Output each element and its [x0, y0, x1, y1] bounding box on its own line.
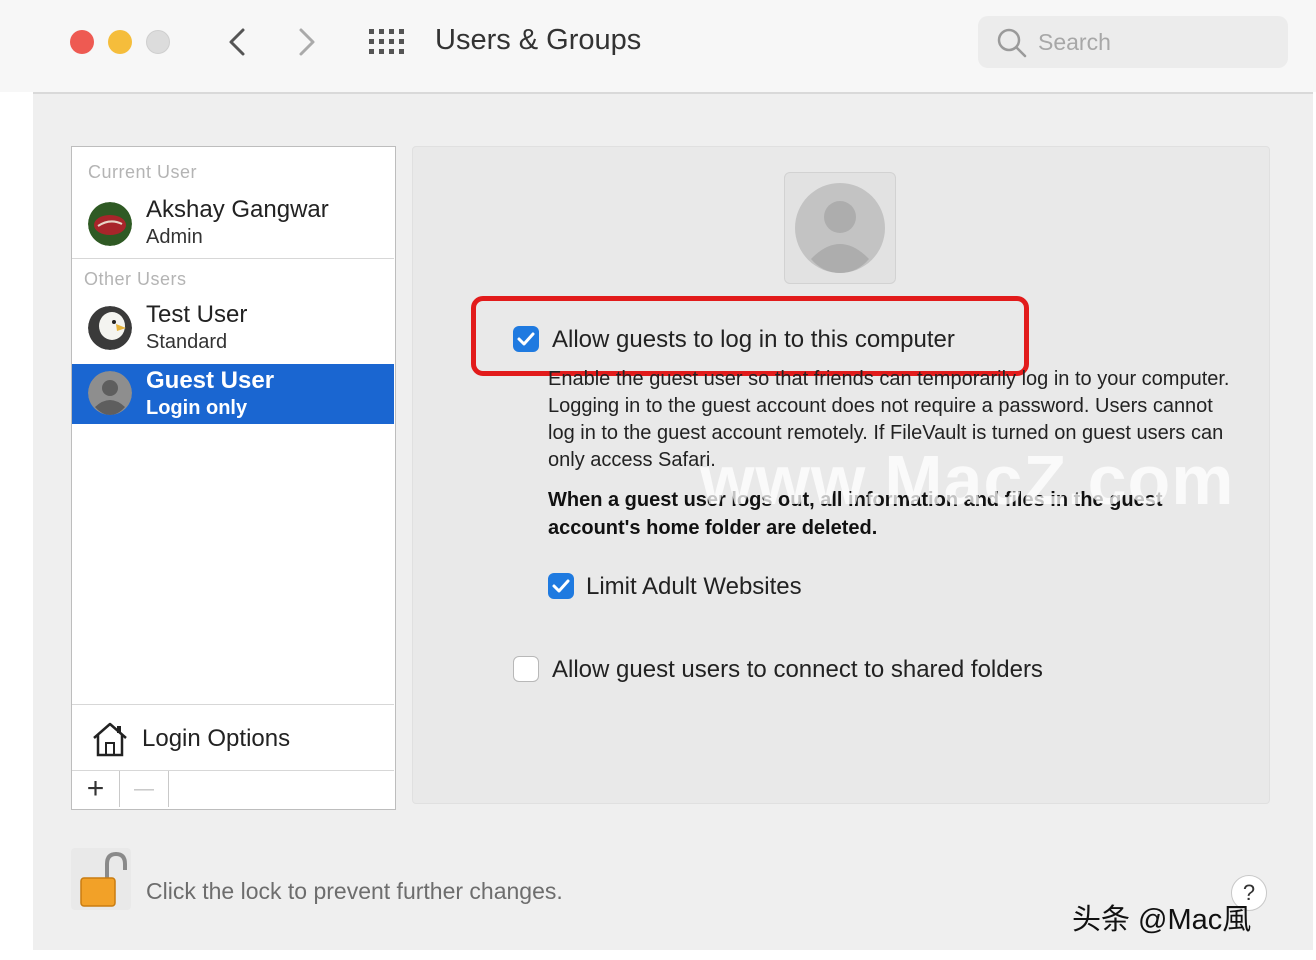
add-user-button[interactable]: +	[72, 771, 120, 807]
current-user-name[interactable]: Akshay Gangwar	[146, 196, 329, 224]
shared-folders-label[interactable]: Allow guest users to connect to shared f…	[552, 656, 1043, 684]
remove-user-button[interactable]: —	[120, 771, 169, 807]
zoom-window-button[interactable]	[146, 30, 170, 54]
remove-user-label: —	[134, 778, 154, 800]
current-user-avatar	[88, 202, 132, 246]
sidebar-divider	[72, 258, 394, 259]
add-user-label: +	[86, 772, 105, 805]
search-placeholder: Search	[1038, 29, 1111, 55]
home-icon	[93, 722, 127, 757]
guest-user-role: Login only	[146, 397, 248, 419]
search-icon	[997, 28, 1027, 58]
checkmark-icon	[552, 579, 570, 593]
current-user-role: Admin	[146, 226, 203, 248]
close-window-button[interactable]	[70, 30, 94, 54]
test-user-name[interactable]: Test User	[146, 301, 247, 329]
limit-adult-websites-checkbox[interactable]	[548, 573, 574, 599]
checkmark-icon	[517, 332, 535, 346]
users-sidebar	[71, 146, 396, 810]
site-watermark: www.MacZ.com	[700, 441, 1235, 519]
lock-button[interactable]	[71, 848, 131, 910]
window-title: Users & Groups	[435, 24, 642, 56]
guest-user-avatar	[88, 371, 132, 415]
lock-status-text: Click the lock to prevent further change…	[146, 878, 563, 904]
sidebar-divider-bottom	[72, 704, 394, 705]
guest-picture-well[interactable]	[784, 172, 896, 284]
other-users-header: Other Users	[84, 269, 187, 289]
unlocked-padlock-icon	[80, 851, 127, 907]
login-options-item[interactable]: Login Options	[142, 725, 290, 753]
allow-guests-label[interactable]: Allow guests to log in to this computer	[552, 326, 955, 354]
guest-picture-icon	[795, 183, 885, 273]
guest-user-name: Guest User	[146, 367, 275, 394]
back-chevron-icon[interactable]	[218, 22, 258, 62]
limit-adult-websites-label[interactable]: Limit Adult Websites	[586, 573, 802, 601]
shared-folders-checkbox[interactable]	[513, 656, 539, 682]
forward-chevron-icon[interactable]	[288, 22, 328, 62]
show-all-grid-icon[interactable]	[368, 28, 404, 56]
allow-guests-checkbox[interactable]	[513, 326, 539, 352]
current-user-header: Current User	[88, 162, 198, 182]
test-user-role: Standard	[146, 331, 228, 353]
test-user-avatar	[88, 306, 132, 350]
minimize-window-button[interactable]	[108, 30, 132, 54]
credit-watermark: 头条 @Mac風	[1072, 904, 1252, 936]
